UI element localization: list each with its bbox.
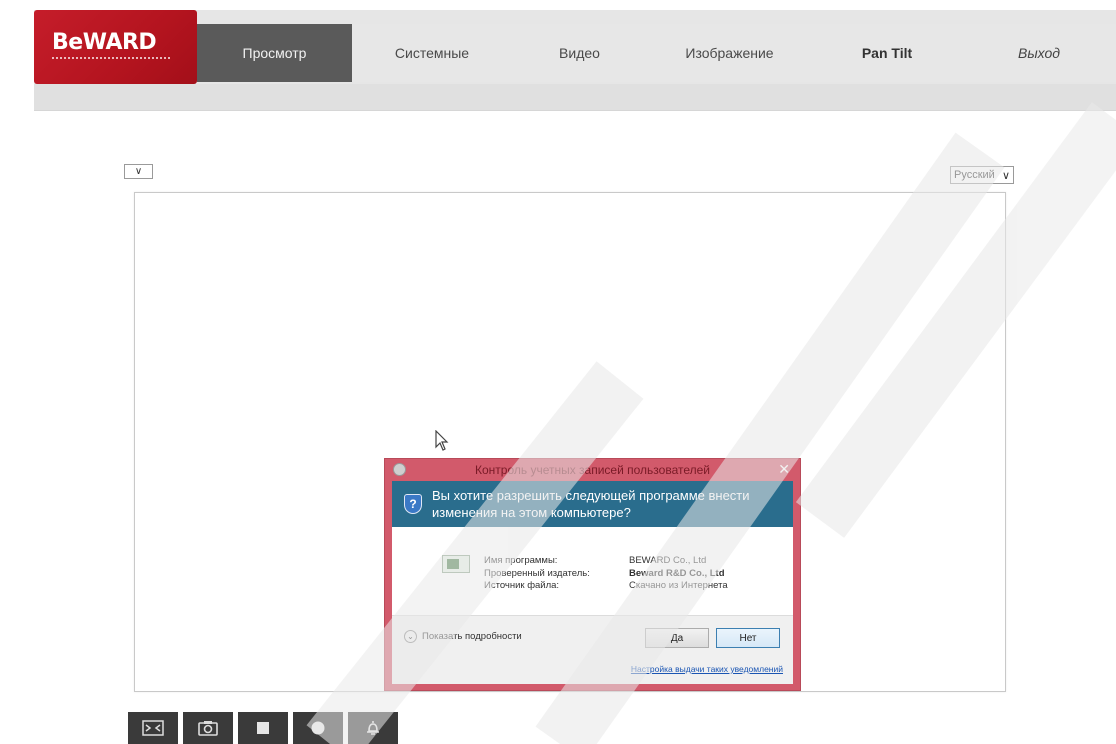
close-icon[interactable]: ✕: [778, 461, 790, 478]
snapshot-icon: [198, 721, 218, 736]
language-select[interactable]: Русский ∨: [950, 166, 1014, 184]
yes-button[interactable]: Да: [645, 628, 709, 648]
info-label-publisher: Проверенный издатель:: [484, 567, 590, 579]
nav-item-view[interactable]: Просмотр: [197, 24, 352, 82]
chevron-down-icon: ∨: [1001, 169, 1010, 182]
uac-question: Вы хотите разрешить следующей программе …: [432, 488, 750, 520]
main-nav: Просмотр Системные Видео Изображение Pan…: [197, 24, 1116, 82]
alarm-icon: [367, 721, 379, 735]
uac-question-banner: ? Вы хотите разрешить следующей программ…: [392, 481, 793, 527]
info-label-program: Имя программы:: [484, 555, 558, 566]
nav-item-video[interactable]: Видео: [512, 24, 647, 82]
uac-footer: ⌄ Показать подробности Да Нет Настройка …: [392, 615, 793, 684]
alarm-button[interactable]: [348, 712, 398, 744]
nav-item-system[interactable]: Системные: [352, 24, 512, 82]
uac-info-grid: Имя программы: BEWARD Co., Ltd Проверенн…: [484, 555, 799, 593]
info-value-program: BEWARD Co., Ltd: [629, 555, 707, 566]
chevron-down-icon: ∨: [134, 166, 143, 177]
uac-dialog-title: Контроль учетных записей пользователей: [474, 463, 711, 477]
video-toolbar: [128, 712, 398, 744]
no-button[interactable]: Нет: [716, 628, 780, 648]
beward-logo: BeWARD: [34, 10, 197, 84]
nav-item-exit[interactable]: Выход: [962, 24, 1116, 82]
header-substrip: [34, 84, 1116, 110]
program-icon: [442, 555, 470, 573]
logo-text: BeWARD: [52, 30, 157, 55]
info-value-publisher: Beward R&D Co., Ltd: [629, 567, 725, 579]
logo-tagline: [52, 57, 170, 61]
uac-dialog: Контроль учетных записей пользователей ✕…: [384, 458, 801, 691]
nav-item-pan-tilt[interactable]: Pan Tilt: [812, 24, 962, 82]
chevron-down-icon: ⌄: [404, 630, 417, 643]
uac-body: Имя программы: BEWARD Co., Ltd Проверенн…: [392, 527, 793, 684]
stream-select[interactable]: ∨: [124, 164, 153, 179]
language-select-value: Русский: [954, 169, 995, 181]
show-details-toggle[interactable]: ⌄ Показать подробности: [404, 630, 522, 643]
info-label-source: Источник файла:: [484, 580, 560, 591]
mouse-cursor-icon: [435, 429, 449, 458]
notification-settings-link[interactable]: Настройка выдачи таких уведомлений: [631, 664, 783, 674]
fullscreen-button[interactable]: [128, 712, 178, 744]
info-value-source: Скачано из Интернета: [629, 580, 728, 591]
show-details-label: Показать подробности: [422, 631, 522, 642]
stop-icon: [257, 722, 269, 734]
fullscreen-icon: [142, 720, 164, 736]
record-button[interactable]: [293, 712, 343, 744]
snapshot-button[interactable]: [183, 712, 233, 744]
record-icon: [311, 721, 325, 735]
stop-button[interactable]: [238, 712, 288, 744]
shield-icon: ?: [404, 494, 422, 514]
nav-item-image[interactable]: Изображение: [647, 24, 812, 82]
